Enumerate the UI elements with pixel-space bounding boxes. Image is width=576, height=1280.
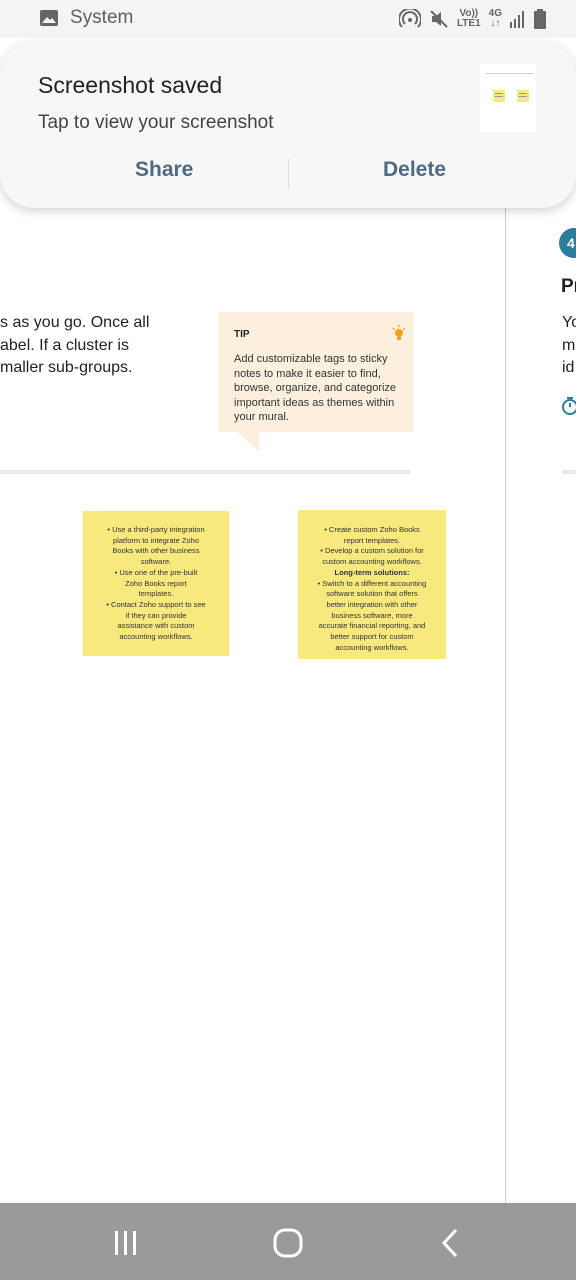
body-text-line: abel. If a cluster is	[0, 336, 129, 354]
sticky-note-line: report templates.	[343, 535, 401, 545]
body-text: s as you go. Once all abel. If a cluster…	[0, 312, 200, 380]
share-button[interactable]: Share	[135, 158, 193, 182]
step-number-badge: 4	[559, 228, 576, 258]
sticky-note-line: Books with other business	[112, 546, 200, 556]
action-divider	[288, 158, 289, 188]
home-button[interactable]	[258, 1221, 318, 1265]
body-text-line: maller sub-groups.	[0, 359, 133, 376]
screenshot-notification[interactable]: Screenshot saved Tap to view your screen…	[0, 42, 576, 208]
sticky-note-line: • Contact Zoho support to see	[106, 599, 206, 609]
home-icon	[273, 1228, 303, 1258]
notification-app-name: System	[70, 7, 134, 28]
tip-callout: TIP Add customizable tags to sticky note…	[218, 312, 414, 432]
sticky-note-line: custom accounting workflows.	[322, 557, 422, 567]
next-panel-text-line: Yo	[562, 314, 576, 331]
section-divider-right	[562, 470, 576, 474]
sticky-note-heading: Long-term solutions:	[334, 567, 410, 577]
body-text-line: s as you go. Once all	[0, 314, 150, 331]
sticky-note-line: business software, more	[331, 610, 413, 620]
screenshot-thumbnail[interactable]	[480, 64, 536, 132]
notification-title: Screenshot saved	[38, 72, 223, 98]
notification-subtitle: Tap to view your screenshot	[38, 112, 274, 133]
network-bottom-label: LTE1	[456, 18, 481, 29]
navigation-bar	[0, 1203, 576, 1280]
image-icon	[40, 10, 58, 26]
sticky-note-line: • Use a third-party integration	[107, 525, 205, 534]
battery-icon	[534, 9, 546, 29]
recent-apps-button[interactable]	[96, 1221, 156, 1265]
sticky-note-line: • Use one of the pre-built	[114, 567, 198, 577]
next-panel-heading: Pr	[561, 276, 576, 297]
sticky-note-line: Zoho Books report	[125, 578, 187, 588]
next-panel-text-line: id	[562, 359, 575, 376]
sticky-note-line: platform to integrate Zoho	[113, 535, 199, 545]
mute-icon	[430, 10, 448, 28]
tip-label: TIP	[234, 329, 250, 340]
recent-apps-icon	[115, 1231, 136, 1255]
page-divider	[505, 205, 506, 1205]
delete-button[interactable]: Delete	[383, 158, 446, 182]
sticky-note[interactable]: • Create custom Zoho Books report templa…	[298, 510, 446, 659]
sticky-note-line: • Create custom Zoho Books	[324, 525, 420, 534]
back-icon	[441, 1228, 458, 1258]
section-divider	[0, 470, 410, 474]
signal-bars-icon	[510, 11, 524, 28]
next-panel-text-line: m	[562, 336, 576, 354]
timer-icon	[562, 397, 576, 415]
sticky-note-line: accounting workflows.	[119, 632, 193, 642]
sticky-note-line: assistance with custom	[117, 621, 195, 631]
sticky-note-line: software solution that offers	[326, 589, 418, 599]
status-bar: System Vo)) LTE1 4G ↓↑	[0, 0, 576, 38]
hotspot-icon	[398, 9, 421, 28]
sticky-note-line: better integration with other	[326, 599, 418, 609]
sticky-note-line: templates.	[138, 589, 174, 599]
sticky-note-line: software.	[140, 557, 172, 567]
next-panel-text: Yo m id	[562, 312, 576, 380]
lightbulb-icon	[392, 325, 406, 340]
sticky-note-line: better support for custom	[330, 632, 414, 642]
tip-text: Add customizable tags to sticky notes to…	[234, 353, 397, 424]
status-icons: Vo)) LTE1 4G ↓↑	[398, 6, 546, 32]
4g-data-icon: 4G ↓↑	[489, 9, 502, 29]
notification-actions: Share Delete	[0, 154, 576, 194]
volte-lte-icon: Vo)) LTE1	[457, 9, 481, 29]
data-bottom-label: ↓↑	[490, 18, 501, 29]
tip-callout-tail	[235, 430, 259, 452]
sticky-note-line: if they can provide	[125, 610, 187, 620]
sticky-note-line: • Switch to a different accounting	[317, 578, 427, 588]
sticky-note-line: • Develop a custom solution for	[320, 546, 424, 556]
sticky-note-line: accounting workflows.	[335, 642, 409, 652]
back-button[interactable]	[420, 1221, 480, 1265]
sticky-note-line: accurate financial reporting, and	[318, 621, 426, 631]
sticky-note[interactable]: • Use a third-party integration platform…	[83, 511, 229, 656]
